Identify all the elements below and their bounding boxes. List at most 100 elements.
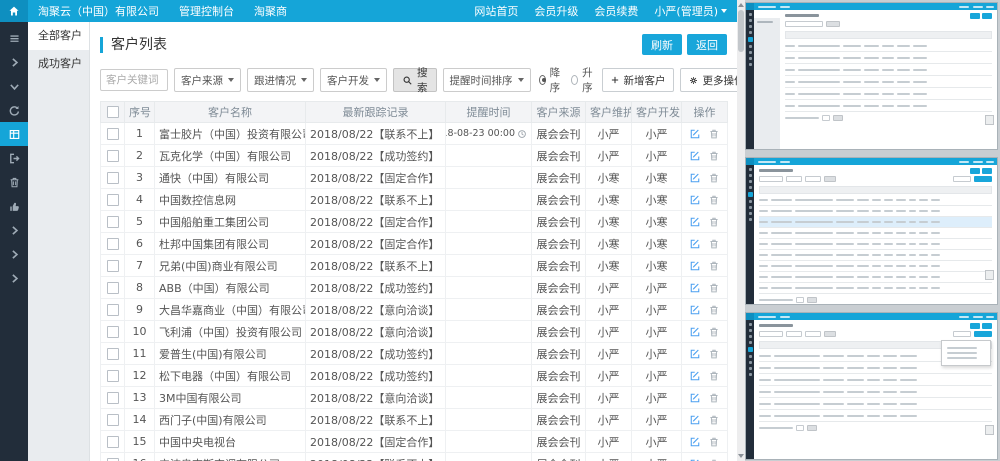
edit-icon[interactable] [689, 150, 701, 162]
edit-icon[interactable] [689, 260, 701, 272]
refresh-button[interactable]: 刷新 [642, 34, 682, 55]
logout-icon[interactable] [0, 146, 28, 170]
select-all-checkbox[interactable] [107, 106, 119, 118]
nav-item[interactable]: 会员升级 [534, 3, 578, 19]
trash-icon[interactable] [708, 326, 720, 338]
side-menu-item[interactable]: 成功客户 [28, 50, 89, 78]
trash-icon[interactable] [708, 194, 720, 206]
edit-icon[interactable] [689, 458, 701, 461]
trash-icon[interactable] [708, 260, 720, 272]
thumbs-up-icon[interactable] [0, 194, 28, 218]
trash-icon[interactable] [708, 150, 720, 162]
trash-icon[interactable] [708, 348, 720, 360]
nav-item[interactable]: 管理控制台 [179, 3, 234, 19]
row-checkbox[interactable] [107, 238, 119, 250]
mini-content [754, 320, 997, 459]
search-button[interactable]: 搜索 [393, 68, 437, 92]
edit-icon[interactable] [689, 238, 701, 250]
sort-desc-radio[interactable]: 降序 [539, 65, 564, 95]
trash-icon[interactable] [708, 392, 720, 404]
chevron-down-icon[interactable] [0, 74, 28, 98]
latest-record: 2018/08/22【联系不上】 [306, 453, 446, 461]
row-checkbox[interactable] [107, 370, 119, 382]
edit-icon[interactable] [689, 216, 701, 228]
row-checkbox[interactable] [107, 216, 119, 228]
preview-thumbnail[interactable] [745, 157, 998, 305]
row-checkbox[interactable] [107, 304, 119, 316]
row-checkbox[interactable] [107, 348, 119, 360]
edit-icon[interactable] [689, 282, 701, 294]
customer-developer: 小严 [632, 123, 682, 145]
chevron-right-icon[interactable] [0, 50, 28, 74]
user-menu[interactable]: 小严(管理员) [654, 3, 727, 19]
plus-icon [610, 75, 620, 85]
back-button[interactable]: 返回 [687, 34, 727, 55]
trash-icon[interactable] [708, 238, 720, 250]
nav-item[interactable]: 网站首页 [474, 3, 518, 19]
chevron-right-icon[interactable] [0, 218, 28, 242]
row-checkbox[interactable] [107, 414, 119, 426]
side-menu-item[interactable]: 全部客户 [28, 22, 89, 50]
edit-icon[interactable] [689, 194, 701, 206]
trash-icon[interactable] [708, 370, 720, 382]
chevron-right-icon[interactable] [0, 266, 28, 290]
trash-icon[interactable] [708, 414, 720, 426]
trash-icon[interactable] [708, 216, 720, 228]
trash-icon[interactable] [708, 128, 720, 140]
row-checkbox[interactable] [107, 260, 119, 272]
row-checkbox[interactable] [107, 326, 119, 338]
row-checkbox[interactable] [107, 282, 119, 294]
undo-icon[interactable] [0, 98, 28, 122]
edit-icon[interactable] [689, 172, 701, 184]
edit-icon[interactable] [689, 304, 701, 316]
keyword-input[interactable] [100, 69, 168, 91]
edit-icon[interactable] [689, 326, 701, 338]
sort-select[interactable]: 提醒时间排序 [443, 68, 531, 92]
navbar-right-menu: 网站首页会员升级会员续费 小严(管理员) [458, 3, 727, 19]
more-actions-button[interactable]: 更多操作 [680, 68, 738, 92]
follow-select[interactable]: 跟进情况 [247, 68, 314, 92]
edit-icon[interactable] [689, 414, 701, 426]
edit-icon[interactable] [689, 128, 701, 140]
row-checkbox[interactable] [107, 436, 119, 448]
trash-icon[interactable] [708, 172, 720, 184]
home-icon[interactable] [0, 0, 28, 22]
table-icon[interactable] [0, 122, 28, 146]
edit-icon[interactable] [689, 348, 701, 360]
add-customer-button[interactable]: 新增客户 [602, 68, 674, 92]
trash-icon[interactable] [708, 282, 720, 294]
edit-icon[interactable] [689, 370, 701, 382]
row-checkbox[interactable] [107, 150, 119, 162]
scroll-down-arrow-icon[interactable] [738, 454, 744, 458]
source-select[interactable]: 客户来源 [174, 68, 241, 92]
trash-icon[interactable] [0, 170, 28, 194]
table-row: 12松下电器（中国）有限公司2018/08/22【成功签约】展会会刊小严小严 [101, 365, 728, 387]
preview-thumbnail[interactable] [745, 2, 998, 150]
nav-item[interactable]: 会员续费 [594, 3, 638, 19]
nav-item[interactable]: 淘聚商 [254, 3, 287, 19]
chevron-right-icon[interactable] [0, 242, 28, 266]
trash-icon[interactable] [708, 458, 720, 461]
row-checkbox[interactable] [107, 172, 119, 184]
latest-record: 2018/08/22【意向洽谈】 [306, 299, 446, 321]
scroll-up-arrow-icon[interactable] [738, 3, 744, 7]
trash-icon[interactable] [708, 436, 720, 448]
row-checkbox[interactable] [107, 458, 119, 461]
scrollbar-thumb[interactable] [738, 10, 744, 52]
brand-name[interactable]: 淘聚云（中国）有限公司 [38, 3, 159, 19]
edit-icon[interactable] [689, 436, 701, 448]
develop-select[interactable]: 客户开发 [320, 68, 387, 92]
trash-icon[interactable] [708, 304, 720, 316]
row-checkbox[interactable] [107, 128, 119, 140]
preview-thumbnail[interactable] [745, 312, 998, 460]
customer-keeper: 小严 [586, 123, 632, 145]
latest-record: 2018/08/22【联系不上】 [306, 123, 446, 145]
menu-icon[interactable] [0, 26, 28, 50]
customer-developer: 小寒 [632, 233, 682, 255]
row-checkbox[interactable] [107, 392, 119, 404]
mini-icon-rail [746, 165, 754, 304]
vertical-scrollbar[interactable] [737, 0, 745, 461]
sort-asc-radio[interactable]: 升序 [571, 65, 596, 95]
edit-icon[interactable] [689, 392, 701, 404]
row-checkbox[interactable] [107, 194, 119, 206]
